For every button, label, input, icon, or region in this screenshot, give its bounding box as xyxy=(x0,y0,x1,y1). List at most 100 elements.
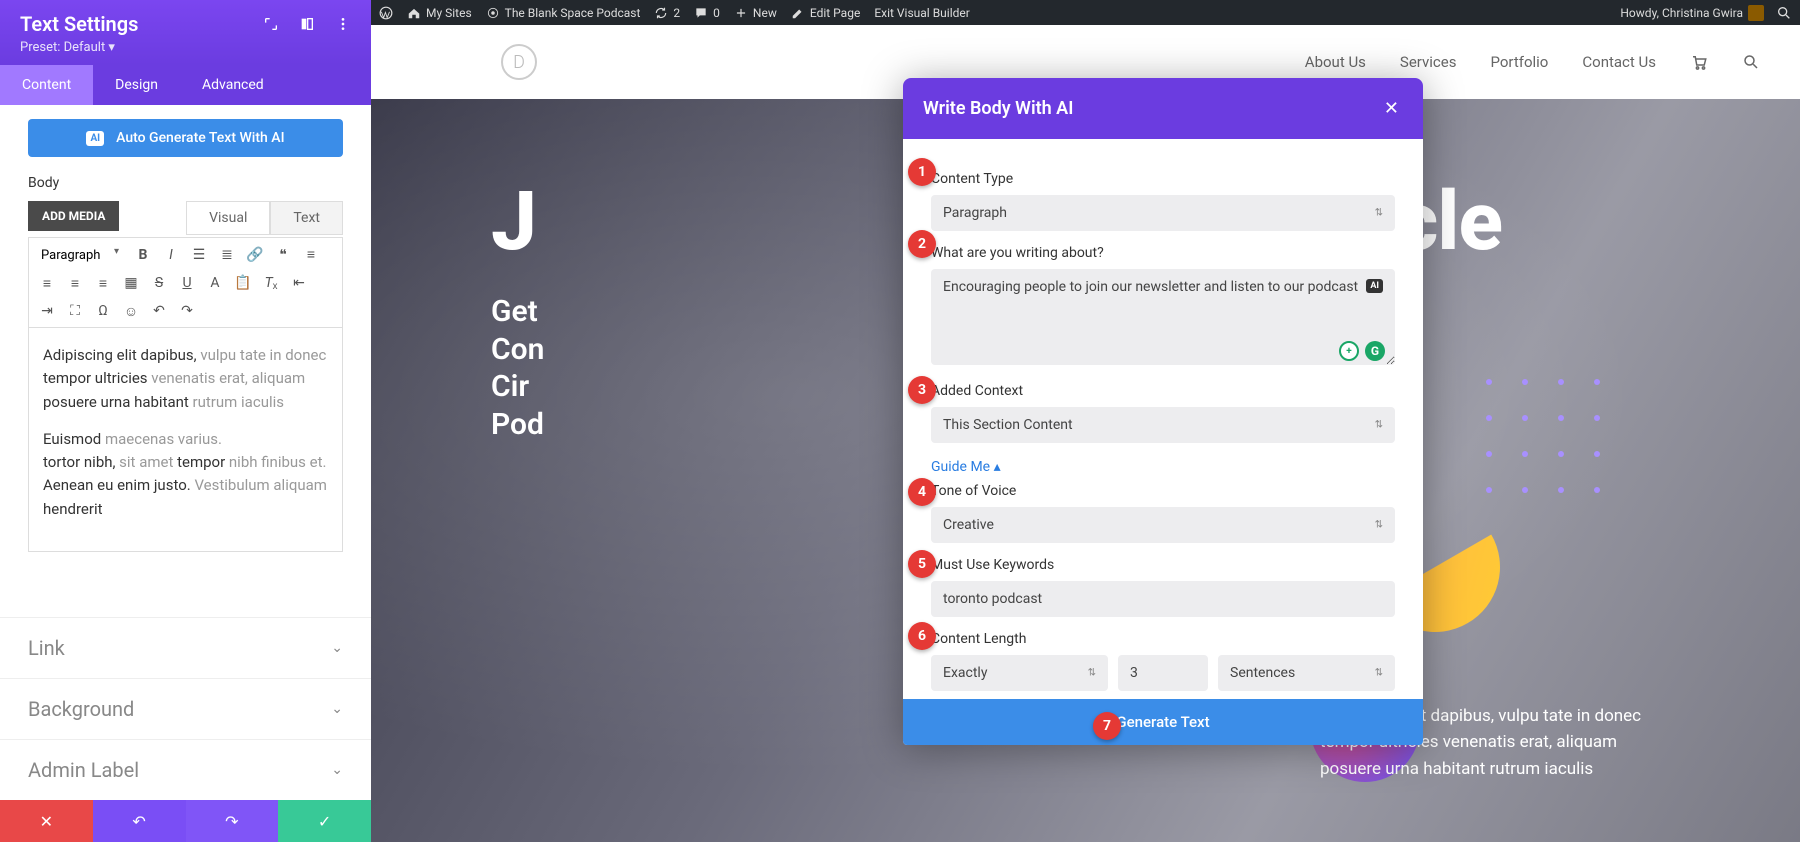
step-badge-3: 3 xyxy=(908,376,936,404)
nav-portfolio[interactable]: Portfolio xyxy=(1490,53,1548,71)
clear-format-icon[interactable]: Tₓ xyxy=(261,273,281,293)
strike-icon[interactable]: S xyxy=(149,273,169,293)
nav-contact[interactable]: Contact Us xyxy=(1582,53,1656,71)
editor-content[interactable]: Adipiscing elit dapibus, vulpu tate in d… xyxy=(28,327,343,552)
preset-selector[interactable]: Preset: Default ▾ xyxy=(20,40,351,55)
number-list-icon[interactable]: ≣ xyxy=(217,245,237,265)
avatar xyxy=(1748,5,1764,21)
exit-builder-link[interactable]: Exit Visual Builder xyxy=(874,6,970,20)
auto-generate-ai-button[interactable]: AI Auto Generate Text With AI xyxy=(28,119,343,157)
paragraph-select[interactable]: Paragraph xyxy=(37,246,125,265)
sidebar-title: Text Settings xyxy=(20,12,263,36)
more-icon[interactable] xyxy=(335,16,351,32)
undo-icon[interactable]: ↶ xyxy=(149,301,169,321)
link-accordion[interactable]: Link⌄ xyxy=(0,617,371,678)
keywords-input[interactable] xyxy=(931,581,1395,617)
indent-right-icon[interactable]: ⇥ xyxy=(37,301,57,321)
length-unit-select[interactable]: Sentences xyxy=(1218,655,1395,691)
sidebar-header: Text Settings Preset: Default ▾ xyxy=(0,0,371,65)
my-sites-link[interactable]: My Sites xyxy=(407,6,472,20)
keywords-label: Must Use Keywords xyxy=(931,557,1395,573)
site-name-link[interactable]: The Blank Space Podcast xyxy=(486,6,641,20)
step-badge-6: 6 xyxy=(908,622,936,650)
step-badge-4: 4 xyxy=(908,478,936,506)
underline-icon[interactable]: U xyxy=(177,273,197,293)
expand-icon[interactable] xyxy=(263,16,279,32)
align-center-icon[interactable]: ≡ xyxy=(37,273,57,293)
add-media-button[interactable]: ADD MEDIA xyxy=(28,201,119,231)
step-badge-2: 2 xyxy=(908,230,936,258)
search-icon[interactable] xyxy=(1742,53,1760,71)
chevron-down-icon: ⌄ xyxy=(331,640,343,656)
site-logo[interactable]: D xyxy=(501,44,537,80)
write-body-ai-modal: Write Body With AI ✕ Content Type Paragr… xyxy=(903,78,1423,745)
italic-icon[interactable]: I xyxy=(161,245,181,265)
redo-icon[interactable]: ↷ xyxy=(177,301,197,321)
dot-grid-decoration xyxy=(1486,379,1630,523)
length-label: Content Length xyxy=(931,631,1395,647)
redo-button[interactable]: ↷ xyxy=(186,800,279,842)
content-type-select[interactable]: Paragraph xyxy=(931,195,1395,231)
sidebar-footer: ✕ ↶ ↷ ✓ xyxy=(0,800,371,842)
guide-me-link[interactable]: Guide Me ▴ xyxy=(931,459,1001,475)
edit-page-link[interactable]: Edit Page xyxy=(791,6,860,20)
bold-icon[interactable]: B xyxy=(133,245,153,265)
howdy-user[interactable]: Howdy, Christina Gwira xyxy=(1620,5,1764,21)
align-justify-icon[interactable]: ≡ xyxy=(93,273,113,293)
chevron-down-icon: ⌄ xyxy=(331,762,343,778)
paste-icon[interactable]: 📋 xyxy=(233,273,253,293)
tone-label: Tone of Voice xyxy=(931,483,1395,499)
updates-link[interactable]: 2 xyxy=(654,6,680,20)
background-accordion[interactable]: Background⌄ xyxy=(0,678,371,739)
ai-modal-title: Write Body With AI xyxy=(923,98,1380,119)
writing-about-label: What are you writing about? xyxy=(931,245,1395,261)
new-link[interactable]: New xyxy=(734,6,777,20)
wp-logo-icon[interactable] xyxy=(379,6,393,20)
comments-link[interactable]: 0 xyxy=(694,6,720,20)
save-button[interactable]: ✓ xyxy=(278,800,371,842)
tone-select[interactable]: Creative xyxy=(931,507,1395,543)
length-mode-select[interactable]: Exactly xyxy=(931,655,1108,691)
layout-icon[interactable] xyxy=(299,16,315,32)
generate-text-button[interactable]: Generate Text xyxy=(903,699,1423,745)
writing-about-textarea[interactable] xyxy=(931,269,1395,365)
nav-about[interactable]: About Us xyxy=(1305,53,1366,71)
table-icon[interactable]: ▦ xyxy=(121,273,141,293)
cart-icon[interactable] xyxy=(1690,53,1708,71)
suggest-icon[interactable]: + xyxy=(1339,341,1359,361)
wp-admin-bar: My Sites The Blank Space Podcast 2 0 New… xyxy=(371,0,1800,25)
cancel-button[interactable]: ✕ xyxy=(0,800,93,842)
bullet-list-icon[interactable]: ☰ xyxy=(189,245,209,265)
text-color-icon[interactable]: A xyxy=(205,273,225,293)
grammarly-icon[interactable]: G xyxy=(1365,341,1385,361)
added-context-select[interactable]: This Section Content xyxy=(931,407,1395,443)
tab-advanced[interactable]: Advanced xyxy=(180,65,286,105)
tab-content[interactable]: Content xyxy=(0,65,93,105)
editor-tab-visual[interactable]: Visual xyxy=(186,201,270,235)
admin-label-accordion[interactable]: Admin Label⌄ xyxy=(0,739,371,800)
omega-icon[interactable]: Ω xyxy=(93,301,113,321)
tab-design[interactable]: Design xyxy=(93,65,180,105)
settings-sidebar: Text Settings Preset: Default ▾ Content … xyxy=(0,0,371,842)
ai-badge-icon: AI xyxy=(1366,279,1383,293)
step-badge-1: 1 xyxy=(908,158,936,186)
editor-toolbar: Paragraph B I ☰ ≣ 🔗 ❝ ≡ ≡ ≡ ≡ ▦ S U A 📋 … xyxy=(28,237,343,327)
step-badge-5: 5 xyxy=(908,550,936,578)
align-right-icon[interactable]: ≡ xyxy=(65,273,85,293)
quote-icon[interactable]: ❝ xyxy=(273,245,293,265)
close-icon[interactable]: ✕ xyxy=(1380,94,1403,123)
nav-services[interactable]: Services xyxy=(1400,53,1457,71)
fullscreen-icon[interactable]: ⛶ xyxy=(65,301,85,321)
added-context-label: Added Context xyxy=(931,383,1395,399)
sidebar-tabs: Content Design Advanced xyxy=(0,65,371,105)
wp-search-icon[interactable] xyxy=(1776,5,1792,21)
body-label: Body xyxy=(28,175,343,191)
link-icon[interactable]: 🔗 xyxy=(245,245,265,265)
editor-tab-text[interactable]: Text xyxy=(270,201,343,235)
undo-button[interactable]: ↶ xyxy=(93,800,186,842)
chevron-down-icon: ⌄ xyxy=(331,701,343,717)
emoji-icon[interactable]: ☺ xyxy=(121,301,141,321)
indent-left-icon[interactable]: ⇤ xyxy=(289,273,309,293)
align-left-icon[interactable]: ≡ xyxy=(301,245,321,265)
length-number-input[interactable] xyxy=(1118,655,1208,691)
